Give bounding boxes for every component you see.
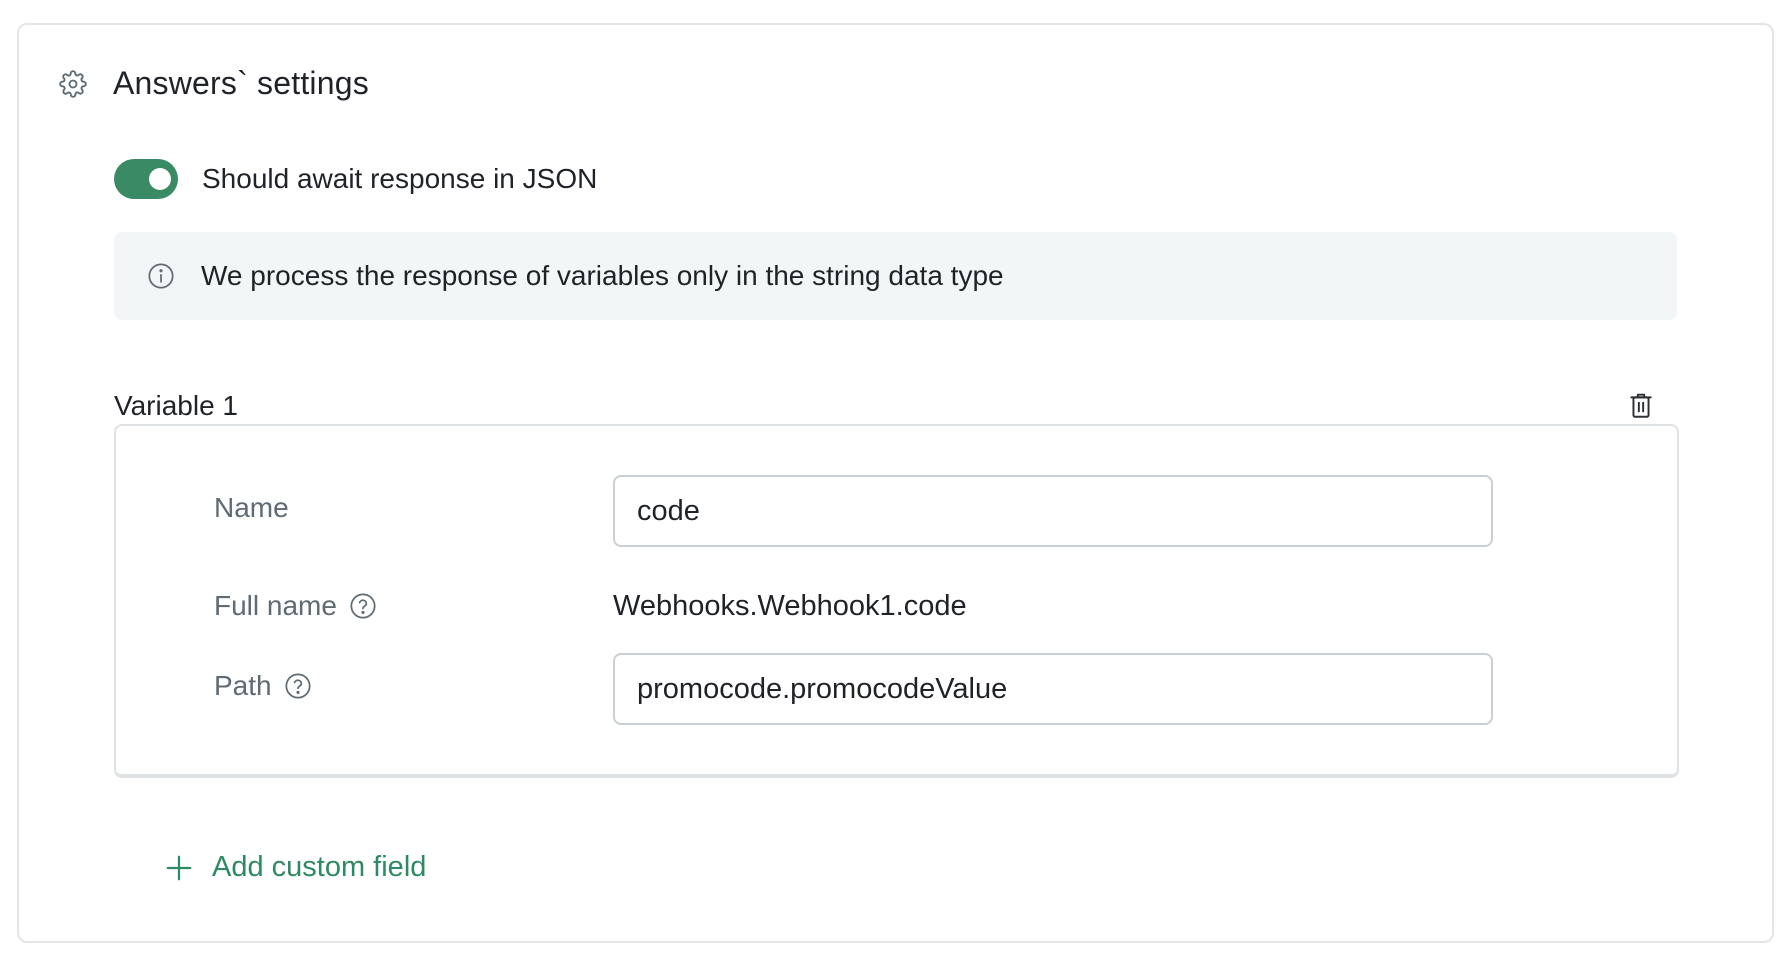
json-response-toggle[interactable] bbox=[114, 159, 178, 199]
add-custom-field-label: Add custom field bbox=[212, 851, 427, 883]
section-title: Answers` settings bbox=[113, 65, 369, 101]
json-response-toggle-label: Should await response in JSON bbox=[202, 163, 598, 194]
help-icon[interactable] bbox=[284, 672, 312, 700]
full-name-label: Full name bbox=[214, 590, 377, 622]
json-response-toggle-row: Should await response in JSON bbox=[114, 159, 597, 199]
name-label: Name bbox=[214, 492, 289, 524]
full-name-label-text: Full name bbox=[214, 590, 337, 621]
info-text: We process the response of variables onl… bbox=[201, 260, 1004, 291]
info-icon bbox=[147, 262, 175, 290]
info-banner: We process the response of variables onl… bbox=[114, 232, 1677, 320]
full-name-value: Webhooks.Webhook1.code bbox=[613, 590, 967, 622]
toggle-knob bbox=[149, 168, 171, 190]
trash-icon[interactable] bbox=[1625, 390, 1657, 422]
plus-icon bbox=[164, 853, 194, 883]
path-label: Path bbox=[214, 670, 312, 702]
help-icon[interactable] bbox=[349, 592, 377, 620]
name-input[interactable] bbox=[613, 475, 1493, 547]
path-label-text: Path bbox=[214, 670, 272, 701]
answers-settings-card: Answers` settings Should await response … bbox=[17, 23, 1774, 943]
variable-header: Variable 1 bbox=[114, 390, 1677, 422]
variable-card: Name Full name Webhooks.Webhook1.code Pa… bbox=[114, 424, 1679, 778]
gear-icon bbox=[59, 69, 87, 98]
section-header: Answers` settings bbox=[59, 65, 369, 102]
variable-title: Variable 1 bbox=[114, 390, 239, 421]
name-label-text: Name bbox=[214, 492, 289, 523]
path-input[interactable] bbox=[613, 653, 1493, 725]
add-custom-field-button[interactable]: Add custom field bbox=[164, 851, 426, 884]
